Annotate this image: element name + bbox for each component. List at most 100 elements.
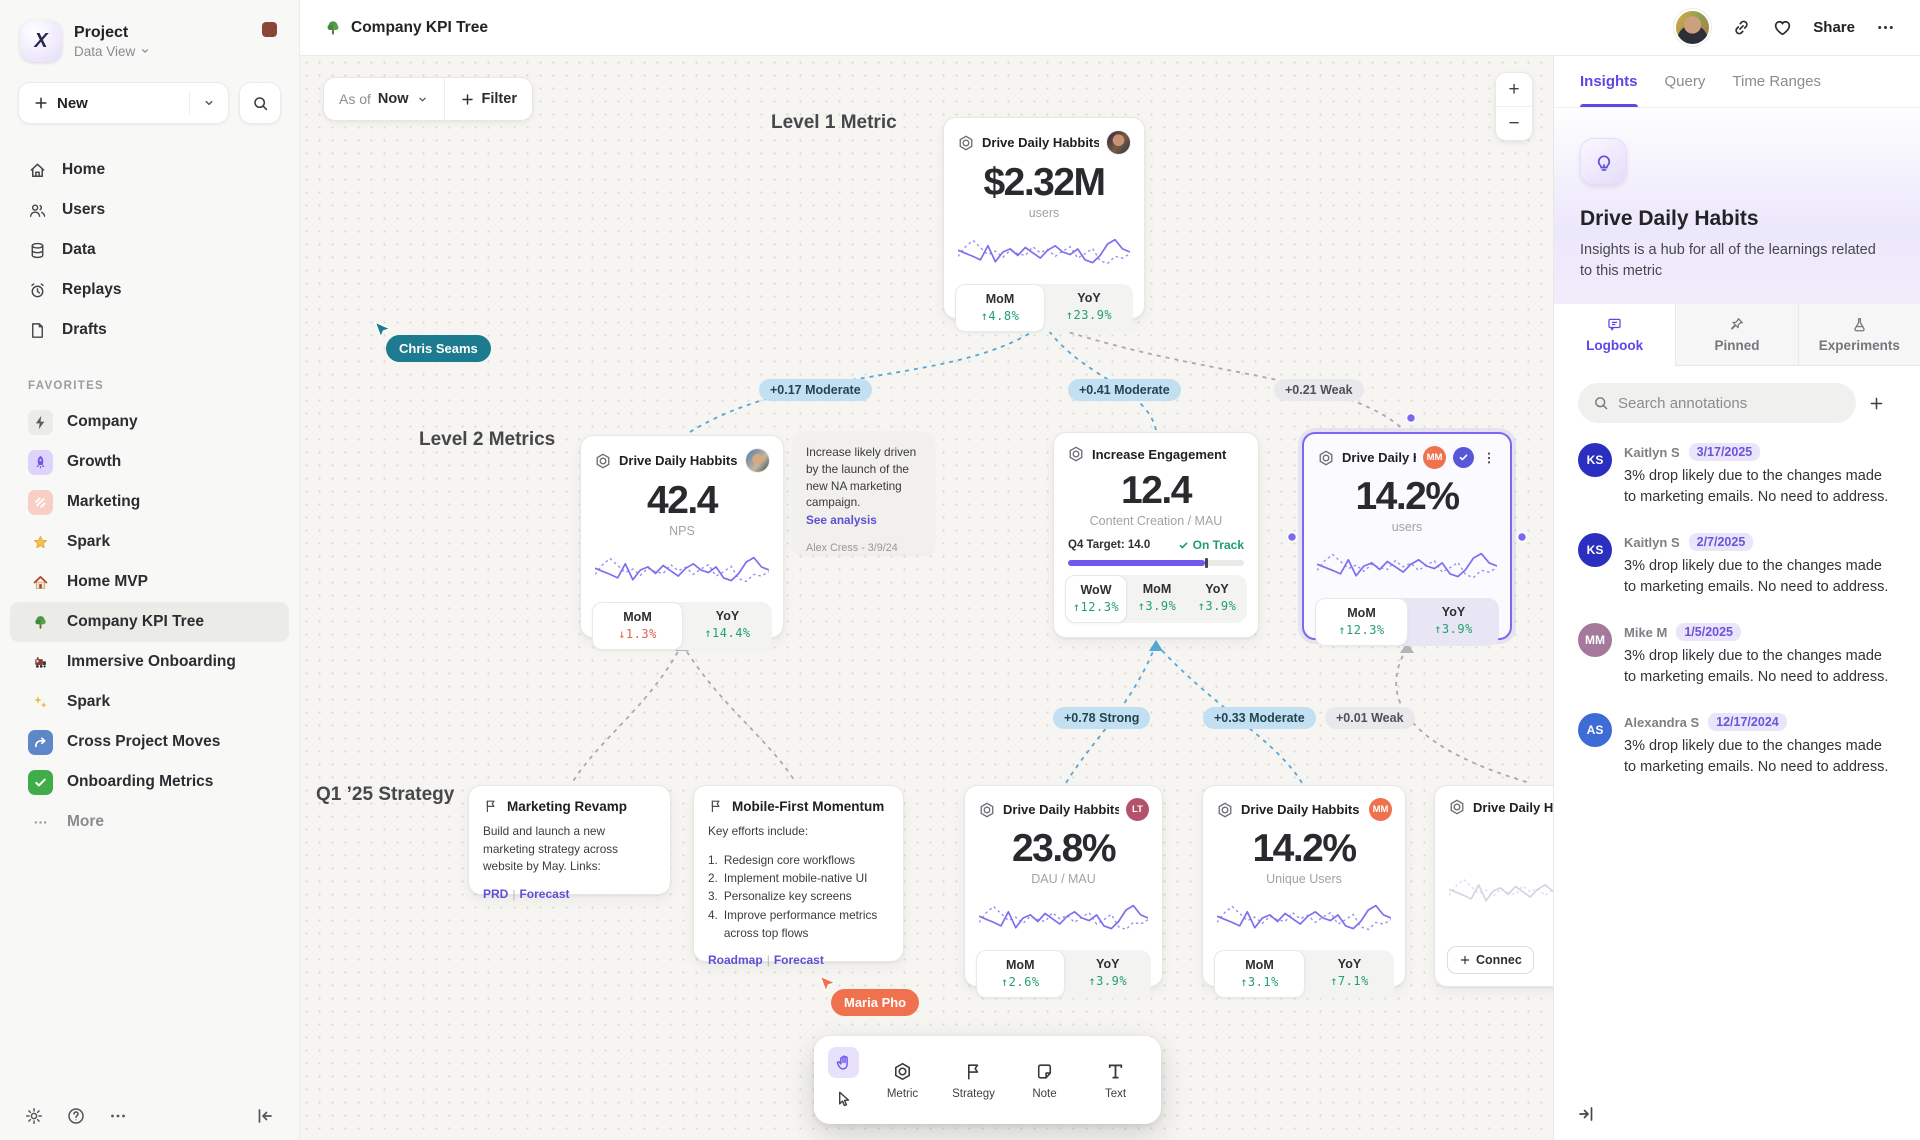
sidebar-item-home-mvp[interactable]: Home MVP xyxy=(10,562,289,602)
sidebar-item-cross-project-moves[interactable]: Cross Project Moves xyxy=(10,722,289,762)
sidebar-item-spark[interactable]: Spark xyxy=(10,682,289,722)
sidebar-item-more[interactable]: More xyxy=(10,802,289,842)
metric-icon xyxy=(957,134,975,152)
metric-card-l2a[interactable]: Drive Daily Habbits42.4 NPS MoM ↓1.3%YoY… xyxy=(580,435,784,638)
sidebar-pin-icon[interactable] xyxy=(262,22,277,37)
sidebar-item-immersive-onboarding[interactable]: Immersive Onboarding xyxy=(10,642,289,682)
overflow-menu-icon[interactable] xyxy=(1875,17,1896,38)
strategy-links: Roadmap|Forecast xyxy=(708,953,889,967)
metric-card-l2b[interactable]: Increase Engagement12.4 Content Creation… xyxy=(1053,432,1259,638)
favorite-heart-icon[interactable] xyxy=(1772,17,1793,38)
sidebar-header: X Project Data View xyxy=(0,0,299,72)
panel-tabs: Insights Query Time Ranges xyxy=(1554,56,1920,108)
strategy-card-marketing-revamp[interactable]: Marketing Revamp Build and launch a new … xyxy=(468,785,671,895)
as-of-selector[interactable]: As of Now xyxy=(324,78,444,120)
help-icon[interactable] xyxy=(66,1106,86,1126)
edge-correlation-label: +0.01 Weak xyxy=(1325,707,1415,729)
share-button[interactable]: Share xyxy=(1813,19,1855,36)
data-view-label: Data View xyxy=(74,44,135,59)
annotation-author: Mike M xyxy=(1624,625,1667,640)
panel-tab-query[interactable]: Query xyxy=(1665,56,1706,107)
metric-value: $2.32M xyxy=(944,161,1144,205)
roadmap-link[interactable]: Roadmap xyxy=(708,953,763,967)
annotation-item[interactable]: AS Alexandra S 12/17/2024 3% drop likely… xyxy=(1578,713,1896,778)
new-button[interactable]: New xyxy=(18,82,229,124)
see-analysis-link[interactable]: See analysis xyxy=(806,513,877,527)
metric-icon xyxy=(1067,445,1085,463)
chevron-down-icon[interactable] xyxy=(202,96,216,110)
sidebar-item-home[interactable]: Home xyxy=(0,150,299,190)
card-menu-icon[interactable] xyxy=(1481,450,1497,466)
sidebar-item-spark[interactable]: Spark xyxy=(10,522,289,562)
sidebar-item-replays[interactable]: Replays xyxy=(0,270,299,310)
annotation-note-card[interactable]: Increase likely driven by the launch of … xyxy=(793,432,934,554)
canvas-toolbar: As of Now Filter xyxy=(323,77,533,121)
metric-card-s5[interactable]: Drive Daily Hab... Connec xyxy=(1434,785,1553,987)
metric-icon xyxy=(892,1061,913,1082)
zoom-in-button[interactable]: + xyxy=(1496,73,1532,106)
sparkline-chart xyxy=(958,227,1130,275)
subtab-experiments[interactable]: Experiments xyxy=(1798,304,1920,366)
add-annotation-button[interactable] xyxy=(1868,389,1896,417)
user-avatar[interactable] xyxy=(1674,9,1711,46)
annotation-search[interactable] xyxy=(1578,383,1856,423)
metric-value: 12.4 xyxy=(1054,469,1258,513)
settings-gear-icon[interactable] xyxy=(24,1106,44,1126)
annotation-item[interactable]: KS Kaitlyn S 2/7/2025 3% drop likely due… xyxy=(1578,533,1896,598)
sidebar-item-data[interactable]: Data xyxy=(0,230,299,270)
metric-unit: DAU / MAU xyxy=(965,872,1162,886)
panel-tab-time-ranges[interactable]: Time Ranges xyxy=(1732,56,1821,107)
select-tool[interactable] xyxy=(828,1083,859,1114)
metric-card-s3[interactable]: Drive Daily HabbitsLT23.8% DAU / MAU MoM… xyxy=(964,785,1163,987)
kpi-tree-canvas[interactable]: As of Now Filter + − Level 1 MetricLevel… xyxy=(300,56,1553,1140)
sidebar-item-marketing[interactable]: Marketing xyxy=(10,482,289,522)
favorites-heading: FAVORITES xyxy=(28,380,299,392)
sidebar-item-drafts[interactable]: Drafts xyxy=(0,310,299,350)
more-options-icon[interactable] xyxy=(108,1106,128,1126)
forecast-link[interactable]: Forecast xyxy=(519,887,569,901)
metric-title: Drive Daily Habits xyxy=(1580,207,1894,231)
annotation-search-row xyxy=(1578,383,1896,423)
annotation-item[interactable]: MM Mike M 1/5/2025 3% drop likely due to… xyxy=(1578,623,1896,688)
favorites-list: Company Growth Marketing Spark Home MVP … xyxy=(0,402,299,842)
flag-icon xyxy=(483,798,499,814)
metric-card-l1[interactable]: Drive Daily Habbits$2.32M users MoM ↑4.8… xyxy=(943,117,1145,319)
hand-tool[interactable] xyxy=(828,1047,859,1078)
data-view-switcher[interactable]: Data View xyxy=(74,44,151,59)
prd-link[interactable]: PRD xyxy=(483,887,508,901)
metric-card-l2c[interactable]: Drive Daily Habb..MM14.2% users MoM ↑12.… xyxy=(1302,432,1512,640)
sidebar-item-growth[interactable]: Growth xyxy=(10,442,289,482)
collapse-panel-icon[interactable] xyxy=(1576,1104,1596,1124)
panel-tab-insights[interactable]: Insights xyxy=(1580,56,1638,107)
subtab-logbook[interactable]: Logbook xyxy=(1554,304,1675,366)
annotation-item[interactable]: KS Kaitlyn S 3/17/2025 3% drop likely du… xyxy=(1578,443,1896,508)
annotation-search-input[interactable] xyxy=(1618,395,1841,412)
sidebar-item-company-kpi-tree[interactable]: Company KPI Tree xyxy=(10,602,289,642)
metric-card-s4[interactable]: Drive Daily HabbitsMM14.2% Unique Users … xyxy=(1202,785,1406,987)
metric-value: 23.8% xyxy=(965,827,1162,871)
app: X Project Data View New Home xyxy=(0,0,1920,1140)
sidebar-item-onboarding-metrics[interactable]: Onboarding Metrics xyxy=(10,762,289,802)
cursor-icon xyxy=(834,1089,853,1108)
annotation-text: 3% drop likely due to the changes made t… xyxy=(1624,466,1896,508)
note-tool[interactable]: Note xyxy=(1013,1061,1076,1100)
text-tool[interactable]: Text xyxy=(1084,1061,1147,1100)
bolt-icon xyxy=(28,410,53,435)
delta-stats: MoM ↑3.1%YoY ↑7.1% xyxy=(1214,950,1394,998)
zoom-out-button[interactable]: − xyxy=(1496,107,1532,140)
strategy-tool[interactable]: Strategy xyxy=(942,1061,1005,1100)
subtab-pinned[interactable]: Pinned xyxy=(1675,304,1797,366)
strategy-card-mobile-first-momentum[interactable]: Mobile-First Momentum Key efforts includ… xyxy=(693,785,904,962)
forecast-link[interactable]: Forecast xyxy=(774,953,824,967)
sidebar-item-users[interactable]: Users xyxy=(0,190,299,230)
connect-button[interactable]: Connec xyxy=(1447,946,1534,974)
owner-badge: LT xyxy=(1126,798,1149,821)
search-button[interactable] xyxy=(239,82,281,124)
sidebar-item-company[interactable]: Company xyxy=(10,402,289,442)
copy-link-icon[interactable] xyxy=(1731,17,1752,38)
collapse-sidebar-icon[interactable] xyxy=(255,1106,275,1126)
filter-button[interactable]: Filter xyxy=(445,78,532,120)
text-icon xyxy=(1105,1061,1126,1082)
metric-tool[interactable]: Metric xyxy=(871,1061,934,1100)
card-title: Drive Daily Habbits xyxy=(1241,802,1362,817)
